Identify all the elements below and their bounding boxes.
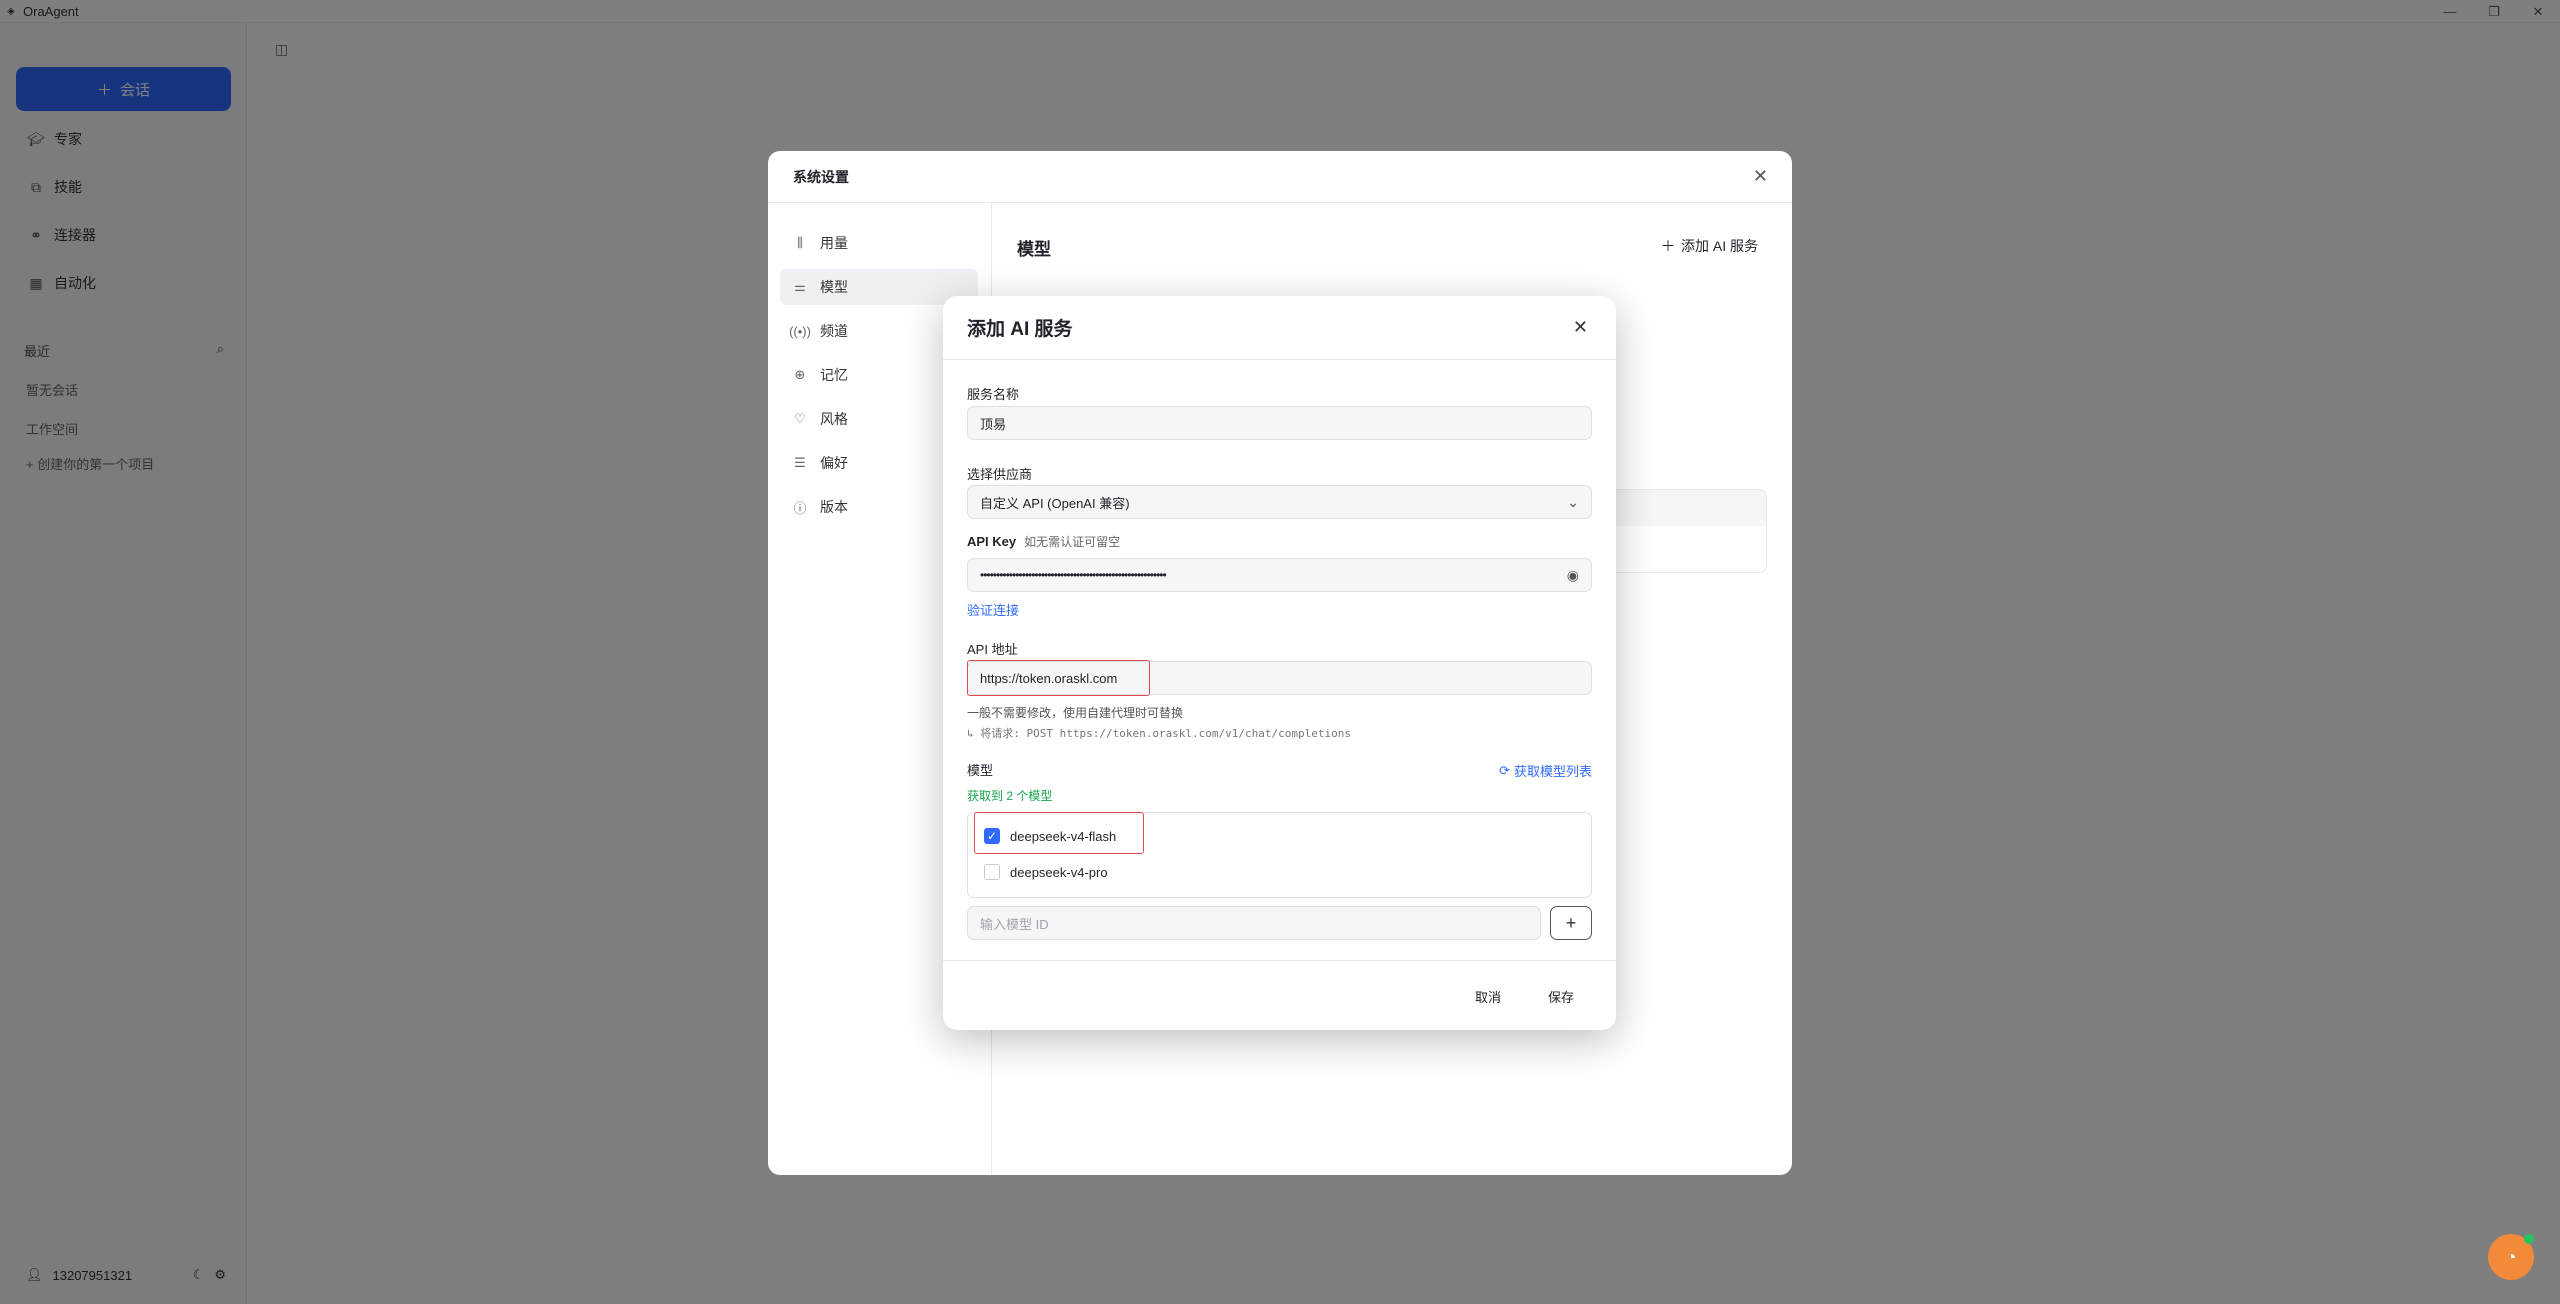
settings-header: 系统设置 ✕ [768, 151, 1792, 203]
service-name-label: 服务名称 [967, 387, 1020, 402]
model-id-input[interactable]: 输入模型 ID [967, 906, 1541, 940]
eye-icon[interactable]: ◉ [1567, 567, 1579, 584]
api-url-request: ↳ 将请求: POST https://token.oraskl.com/v1/… [967, 727, 1351, 740]
settings-nav-label: 风格 [820, 411, 848, 427]
close-icon[interactable]: ✕ [1573, 317, 1588, 338]
fetch-models-label: 获取模型列表 [1513, 764, 1592, 779]
settings-nav-label: 频道 [820, 323, 848, 339]
fetch-models-button[interactable]: ⟳ 获取模型列表 [1499, 761, 1592, 780]
settings-nav-usage[interactable]: ⫼ 用量 [780, 225, 978, 261]
heart-icon: ♡ [794, 411, 806, 426]
dialog-footer: 取消 保存 [943, 960, 1616, 1030]
model-name: deepseek-v4-flash [1010, 828, 1117, 844]
api-url-help: 一般不需要修改，使用自建代理时可替换 [967, 706, 1184, 720]
add-ai-service-label: 添加 AI 服务 [1680, 238, 1758, 254]
add-ai-service-button[interactable]: ＋ 添加 AI 服务 [1661, 236, 1758, 256]
settings-nav-label: 用量 [820, 235, 848, 251]
cancel-button[interactable]: 取消 [1475, 987, 1501, 1006]
api-key-input[interactable]: ••••••••••••••••••••••••••••••••••••••••… [967, 558, 1592, 592]
plus-icon: ＋ [1660, 238, 1675, 254]
api-key-value: ••••••••••••••••••••••••••••••••••••••••… [980, 568, 1167, 582]
model-item[interactable]: ✓ deepseek-v4-flash [984, 828, 1116, 844]
online-dot [2524, 1234, 2534, 1244]
service-name-value: 顶易 [980, 416, 1007, 432]
list-settings-icon: ☰ [794, 455, 806, 470]
checkbox-icon[interactable] [984, 864, 1000, 880]
verify-connection-link[interactable]: 验证连接 [967, 600, 1019, 619]
radio-icon: ((•)) [789, 323, 811, 339]
chat-icon: ◔ [2505, 1246, 2517, 1267]
settings-page-title: 模型 [1017, 240, 1051, 259]
settings-nav-label: 记忆 [820, 367, 848, 383]
settings-nav-label: 偏好 [820, 455, 848, 471]
add-model-button[interactable]: + [1550, 906, 1592, 940]
refresh-icon: ⟳ [1499, 762, 1510, 778]
api-url-value: https://token.oraskl.com [980, 670, 1118, 686]
api-url-input[interactable]: https://token.oraskl.com [967, 661, 1592, 695]
plus-icon: + [1565, 912, 1577, 933]
settings-nav-label: 版本 [820, 499, 848, 515]
settings-title: 系统设置 [793, 168, 849, 185]
api-key-label: API Key 如无需认证可留空 [967, 533, 1120, 550]
provider-value: 自定义 API (OpenAI 兼容) [980, 495, 1130, 511]
provider-label: 选择供应商 [967, 467, 1033, 482]
model-item[interactable]: deepseek-v4-pro [984, 864, 1108, 880]
sliders-icon: ⚌ [794, 279, 806, 294]
service-name-input[interactable]: 顶易 [967, 406, 1592, 440]
add-ai-service-dialog: 添加 AI 服务 ✕ 服务名称 顶易 选择供应商 自定义 API (OpenAI… [943, 296, 1616, 1030]
fetched-count: 获取到 2 个模型 [967, 789, 1053, 803]
api-url-label: API 地址 [967, 642, 1018, 657]
model-list: ✓ deepseek-v4-flash deepseek-v4-pro [967, 812, 1592, 898]
model-id-placeholder: 输入模型 ID [980, 916, 1049, 932]
models-label: 模型 [967, 763, 994, 778]
settings-close-icon[interactable]: ✕ [1753, 166, 1768, 187]
api-key-hint: 如无需认证可留空 [1024, 535, 1121, 549]
support-chat-button[interactable]: ◔ [2488, 1234, 2534, 1280]
info-icon: ⓘ [793, 500, 807, 516]
bar-chart-icon: ⫼ [797, 235, 803, 250]
save-button[interactable]: 保存 [1548, 987, 1574, 1006]
model-name: deepseek-v4-pro [1010, 864, 1108, 880]
checkbox-checked-icon[interactable]: ✓ [984, 828, 1000, 844]
api-key-label-text: API Key [967, 534, 1017, 549]
chevron-down-icon: ⌄ [1567, 493, 1579, 510]
settings-nav-label: 模型 [820, 279, 848, 295]
dialog-title: 添加 AI 服务 [967, 319, 1073, 340]
provider-select[interactable]: 自定义 API (OpenAI 兼容) ⌄ [967, 485, 1592, 519]
dialog-header: 添加 AI 服务 ✕ [943, 296, 1616, 360]
memory-icon: ⊕ [794, 367, 806, 382]
